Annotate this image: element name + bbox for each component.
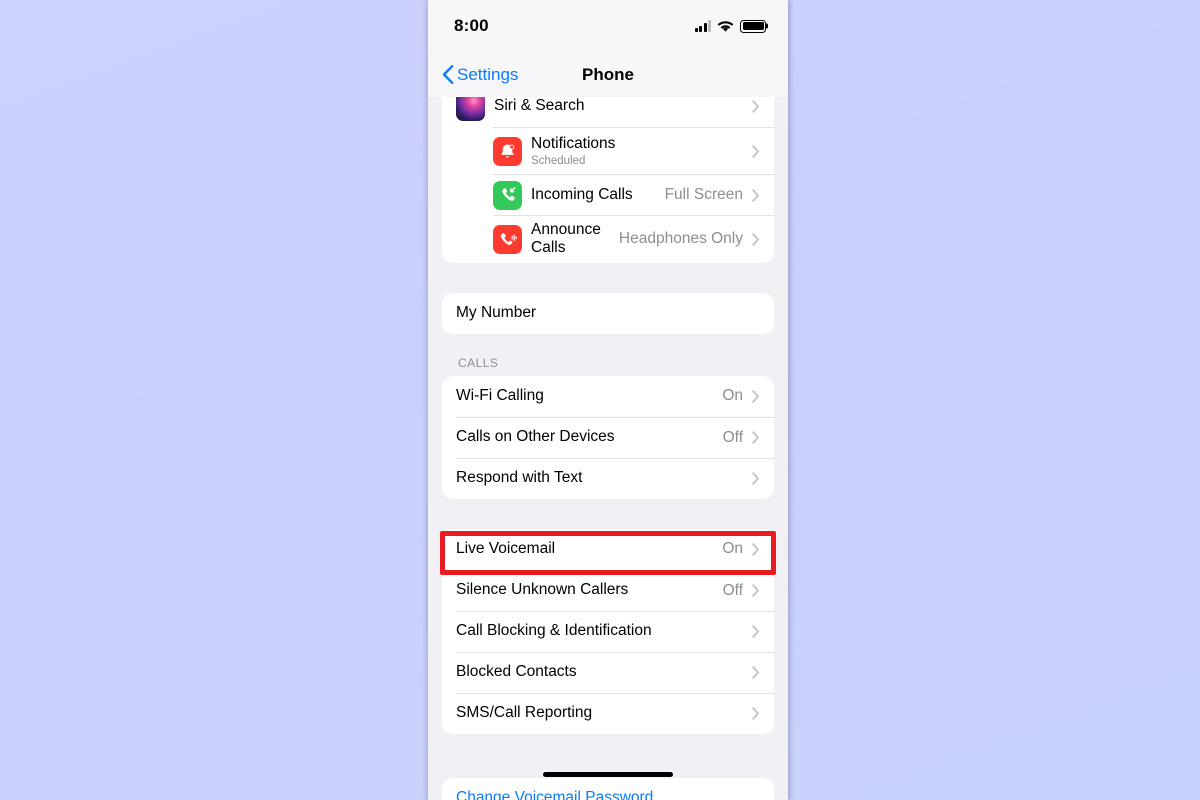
settings-row[interactable]: Live Voicemail On [456,529,774,570]
chevron-left-icon [442,65,454,84]
settings-row-text: Silence Unknown Callers [456,576,715,604]
settings-row-value: Full Screen [664,186,743,203]
settings-row[interactable]: Notifications Scheduled [493,127,774,174]
home-indicator [543,772,673,777]
settings-row-label: Calls on Other Devices [456,428,615,446]
settings-row[interactable]: Calls on Other Devices Off [456,416,774,458]
settings-row[interactable]: Incoming Calls Full Screen [493,174,774,215]
my-number-section: My Number [442,292,774,334]
settings-row-text: Wi-Fi Calling [456,382,714,410]
settings-row-value: Off [722,428,743,446]
siri-icon [456,97,485,121]
settings-row-label: Live Voicemail [456,539,556,557]
chevron-right-icon [752,666,759,679]
status-bar-icons [694,19,766,33]
settings-row-value: Off [722,581,743,599]
battery-icon [740,19,766,33]
calls-section: Wi-Fi Calling On Calls on Other Devices Off… [442,375,774,499]
settings-row-text: Incoming Calls [531,181,657,209]
settings-row-text: Calls on Other Devices [456,423,715,451]
settings-row-label: Call Blocking & Identification [456,622,652,640]
settings-row-value: On [722,540,743,558]
chevron-right-icon [752,188,759,202]
settings-row-text: Announce Calls [531,216,611,263]
chevron-right-icon [752,389,759,403]
settings-row-label: Respond with Text [456,469,583,487]
chevron-right-icon [752,625,759,638]
settings-row-label: SMS/Call Reporting [456,704,593,722]
settings-list[interactable]: Siri & Search Notifications Scheduled Incom… [428,97,788,800]
notifications-bell-icon [493,136,522,166]
settings-row-text: Notifications Scheduled [531,130,743,171]
apps-section: Siri & Search Notifications Scheduled Incom… [442,97,774,263]
settings-row-label: My Number [456,303,537,321]
wifi-icon [717,20,734,32]
back-button[interactable]: Settings [442,65,518,85]
section-header: CALLS [458,355,499,370]
settings-row-text: Siri & Search [494,97,743,121]
settings-row-subtitle: Scheduled [531,154,586,167]
settings-row-value: Headphones Only [618,230,743,248]
call-management-section: Live Voicemail On Silence Unknown Callers O… [442,528,774,734]
phone-screen: 8:00 Settings Phone Siri & Search Notific… [428,0,788,800]
settings-row-label: Wi-Fi Calling [456,386,544,404]
settings-row-text: Change Voicemail Password [456,784,760,800]
chevron-right-icon [752,100,759,113]
settings-row-text: Respond with Text [456,464,743,492]
chevron-right-icon [752,707,759,720]
settings-row-text: Call Blocking & Identification [456,617,743,645]
settings-row[interactable]: Blocked Contacts [456,651,774,693]
incoming-call-icon [493,180,522,210]
cellular-signal-icon [694,20,711,32]
status-time: 8:00 [454,16,489,35]
settings-row-text: My Number [456,299,760,327]
chevron-right-icon [752,431,759,444]
settings-row[interactable]: My Number [456,293,774,334]
settings-row-label: Siri & Search [494,97,585,115]
settings-row[interactable]: Call Blocking & Identification [456,610,774,652]
settings-row-text: Live Voicemail [456,535,714,563]
settings-row-label: Notifications [531,135,616,153]
voicemail-section: Change Voicemail Password [442,777,774,800]
settings-row-label: Silence Unknown Callers [456,581,629,599]
chevron-right-icon [752,144,759,158]
settings-row-value: On [722,387,743,405]
settings-row-label: Blocked Contacts [456,663,577,681]
settings-row[interactable]: Silence Unknown Callers Off [456,569,774,611]
settings-row-label: Announce Calls [531,221,601,257]
settings-row[interactable]: Announce Calls Headphones Only [493,215,774,263]
settings-row[interactable]: Wi-Fi Calling On [456,376,774,417]
settings-row[interactable]: Change Voicemail Password [456,778,774,800]
settings-row-text: Blocked Contacts [456,658,743,686]
settings-row-label: Incoming Calls [531,185,633,203]
back-button-label: Settings [457,64,519,84]
settings-row[interactable]: Siri & Search [442,97,774,127]
status-bar: 8:00 [428,0,788,52]
navigation-bar: Settings Phone [428,52,788,97]
settings-row[interactable]: SMS/Call Reporting [456,692,774,734]
chevron-right-icon [752,542,759,556]
chevron-right-icon [752,584,759,597]
settings-row-text: SMS/Call Reporting [456,699,743,727]
chevron-right-icon [752,233,759,246]
settings-row-label: Change Voicemail Password [456,788,654,800]
chevron-right-icon [752,472,759,485]
announce-calls-icon [493,224,522,254]
settings-row[interactable]: Respond with Text [456,457,774,499]
